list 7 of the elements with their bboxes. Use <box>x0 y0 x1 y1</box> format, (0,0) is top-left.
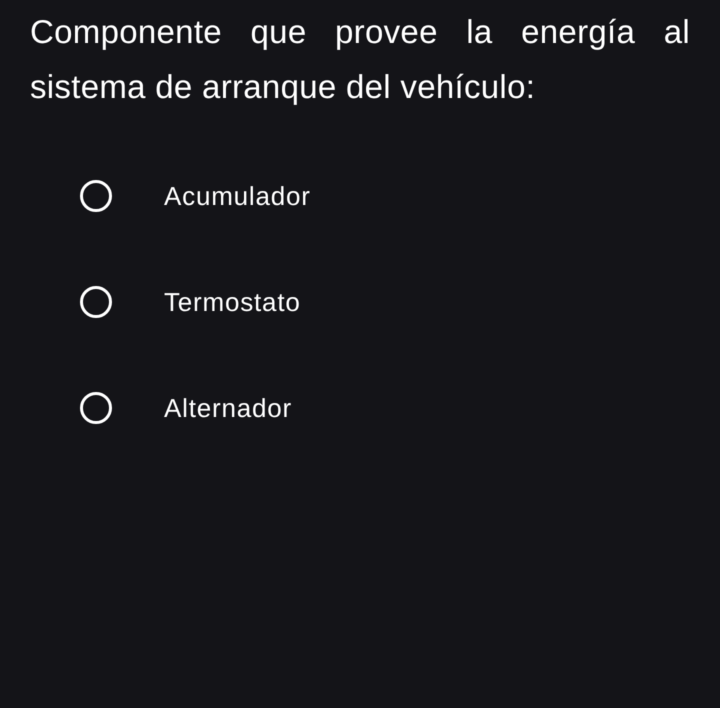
radio-button[interactable] <box>80 286 112 318</box>
question-text: Componente que provee la energía al sistema de arranque del vehículo: <box>30 12 690 107</box>
radio-button[interactable] <box>80 392 112 424</box>
option-label: Alternador <box>164 392 292 424</box>
option-label: Termostato <box>164 286 301 318</box>
radio-button[interactable] <box>80 180 112 212</box>
option-label: Acumulador <box>164 180 311 212</box>
